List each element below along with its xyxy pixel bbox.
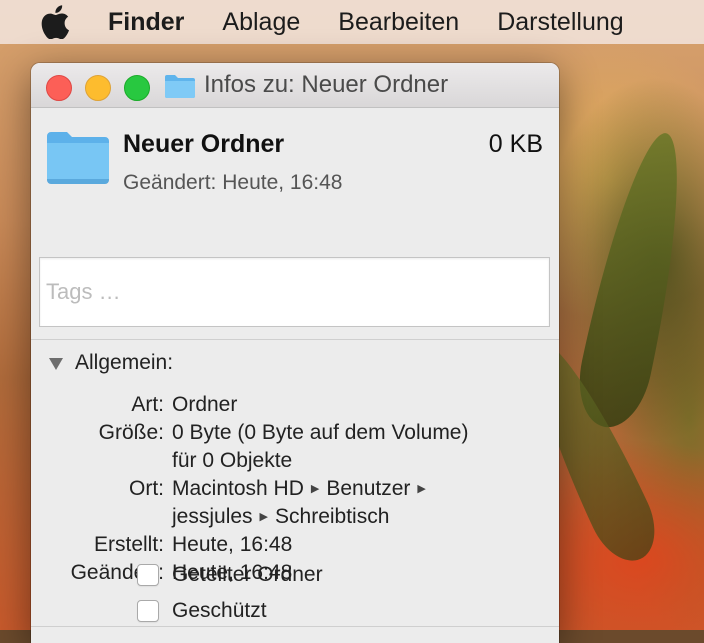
path-arrow-icon: ▶ (259, 511, 269, 523)
info-window: Infos zu: Neuer Ordner Neuer Ordner 0 KB… (31, 63, 559, 643)
location-path-line2: jessjules ▶ Schreibtisch (164, 503, 389, 531)
item-modified-date: Geändert: Heute, 16:48 (123, 171, 343, 194)
divider (31, 626, 559, 627)
locked-label[interactable]: Geschützt (172, 599, 267, 623)
info-row-created: Erstellt: Heute, 16:48 (31, 531, 559, 559)
window-title: Infos zu: Neuer Ordner (204, 71, 449, 98)
location-label: Ort: (129, 477, 164, 500)
path-arrow-icon: ▶ (417, 483, 426, 495)
zoom-button[interactable] (124, 75, 150, 101)
item-name: Neuer Ordner (123, 130, 285, 158)
size-count-value: für 0 Objekte (172, 449, 293, 472)
size-label: Größe: (98, 421, 164, 444)
disclosure-triangle-icon[interactable] (49, 358, 63, 370)
folder-icon (47, 132, 109, 184)
locked-checkbox[interactable] (137, 600, 159, 622)
info-row-location: Ort: Macintosh HD ▶ Benutzer ▶ (31, 475, 559, 503)
info-row-kind: Art: Ordner (31, 391, 559, 419)
item-size: 0 KB (488, 130, 543, 158)
tags-input[interactable] (39, 257, 550, 327)
created-label: Erstellt: (93, 533, 164, 556)
shared-folder-checkbox[interactable] (137, 564, 159, 586)
info-row-location-2: jessjules ▶ Schreibtisch (31, 503, 559, 531)
section-general-toggle[interactable]: Allgemein: (49, 351, 173, 375)
shared-folder-label[interactable]: Geteilter Ordner (172, 563, 323, 587)
menu-ablage[interactable]: Ablage (222, 8, 300, 37)
info-header: Neuer Ordner 0 KB Geändert: Heute, 16:48… (31, 108, 559, 627)
path-segment: Schreibtisch (275, 505, 390, 528)
menu-darstellung[interactable]: Darstellung (497, 8, 623, 37)
info-row-size-count: für 0 Objekte (31, 447, 559, 475)
menu-finder[interactable]: Finder (108, 8, 184, 37)
path-segment: Benutzer (326, 477, 411, 500)
created-value: Heute, 16:48 (172, 533, 293, 556)
menu-bar: Finder Ablage Bearbeiten Darstellung (0, 0, 704, 44)
path-arrow-icon: ▶ (310, 483, 320, 495)
section-title: Allgemein: (75, 351, 174, 374)
kind-value: Ordner (172, 393, 238, 416)
info-rows: Art: Ordner Größe: 0 Byte (0 Byte auf de… (31, 391, 559, 587)
apple-logo-icon[interactable] (40, 5, 70, 39)
size-value: 0 Byte (0 Byte auf dem Volume) (172, 421, 469, 444)
divider (31, 339, 559, 340)
window-titlebar[interactable]: Infos zu: Neuer Ordner (31, 63, 559, 108)
menu-bearbeiten[interactable]: Bearbeiten (338, 8, 459, 37)
shared-folder-option[interactable]: Geteilter Ordner (137, 563, 323, 587)
path-segment: jessjules (172, 505, 253, 528)
locked-option[interactable]: Geschützt (137, 599, 267, 623)
folder-icon (165, 75, 195, 98)
info-row-size: Größe: 0 Byte (0 Byte auf dem Volume) (31, 419, 559, 447)
kind-label: Art: (131, 393, 164, 416)
close-button[interactable] (46, 75, 72, 101)
location-path-line1: Macintosh HD ▶ Benutzer ▶ (164, 475, 433, 503)
path-segment: Macintosh HD (172, 477, 304, 500)
minimize-button[interactable] (85, 75, 111, 101)
